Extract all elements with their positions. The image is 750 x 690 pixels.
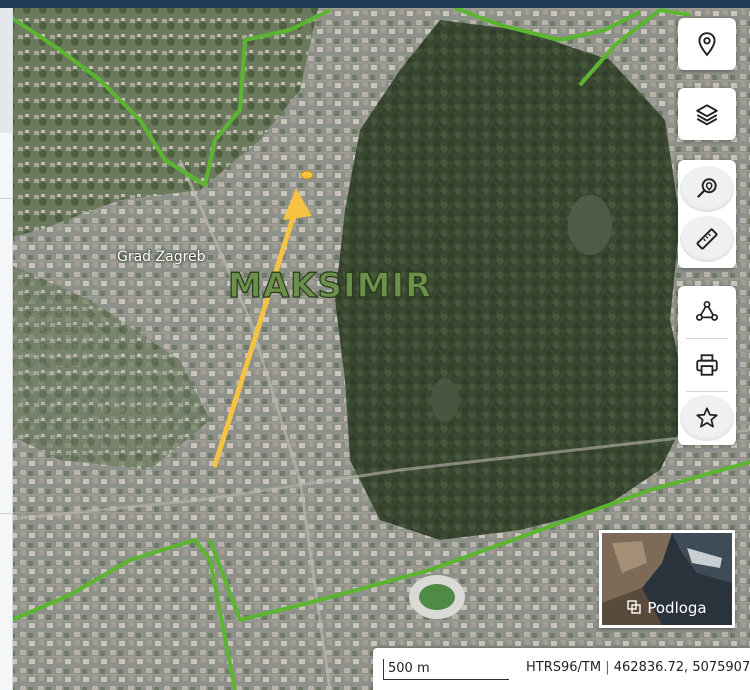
location-marker[interactable] [300, 170, 314, 180]
measure-button[interactable] [680, 216, 734, 262]
favorite-button[interactable] [680, 395, 734, 441]
search-location-button[interactable] [680, 166, 734, 212]
layers-icon [696, 104, 718, 126]
locate-control [678, 18, 736, 70]
ruler-icon [696, 228, 718, 250]
city-label: Grad Zagreb [117, 249, 206, 265]
map-pin-icon [698, 32, 716, 57]
layers-control [678, 88, 736, 140]
coordinate-readout: HTRS96/TM | 462836.72, 5075907.41 [526, 660, 750, 675]
printer-icon [696, 354, 718, 376]
status-bar: 500 m HTRS96/TM | 462836.72, 5075907.41 [373, 648, 750, 690]
side-panel-edge[interactable] [0, 8, 13, 690]
polygon-draw-icon [695, 300, 719, 321]
district-label: MAKSIMIR [227, 265, 433, 306]
top-bar [0, 0, 750, 8]
actions-control-group [678, 286, 736, 445]
locate-button[interactable] [678, 18, 736, 70]
tools-control-group [678, 160, 736, 268]
basemap-label: Podloga [647, 599, 707, 617]
basemap-switcher[interactable]: Podloga [599, 530, 735, 628]
scale-label: 500 m [388, 661, 430, 676]
search-location-icon [697, 178, 717, 198]
print-button[interactable] [678, 339, 736, 391]
draw-polygon-button[interactable] [678, 286, 736, 338]
layers-button[interactable] [678, 88, 736, 140]
coordinates-value: 462836.72, 5075907.41 [613, 660, 750, 675]
projection-label[interactable]: HTRS96/TM [526, 660, 601, 675]
star-icon [696, 407, 718, 428]
scale-bar: 500 m [383, 659, 509, 680]
basemap-switch-icon [627, 600, 642, 614]
